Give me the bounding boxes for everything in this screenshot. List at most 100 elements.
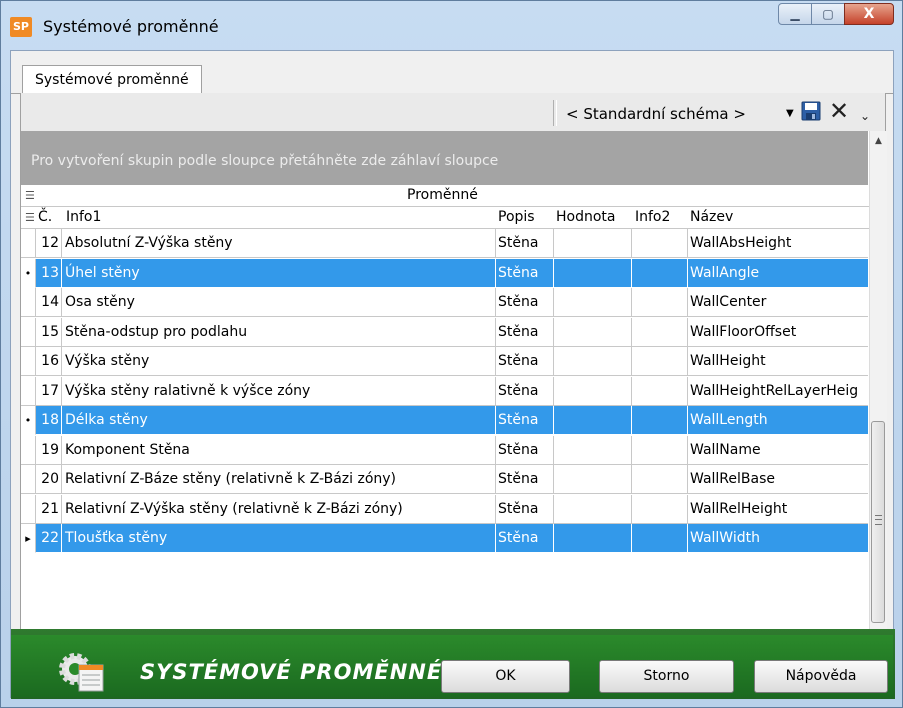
cell-hodnota[interactable]: [554, 376, 632, 406]
column-header-info1[interactable]: Info1: [66, 209, 101, 225]
cell-info1[interactable]: Absolutní Z-Výška stěny: [62, 229, 496, 258]
cell-nazev[interactable]: WallFloorOffset: [688, 318, 868, 347]
cell-info1[interactable]: Osa stěny: [62, 288, 496, 317]
cell-info2[interactable]: [632, 288, 688, 317]
cell-num[interactable]: 16: [36, 347, 62, 376]
cell-info1[interactable]: Tloušťka stěny: [62, 524, 496, 553]
cell-hodnota[interactable]: [554, 435, 632, 465]
table-row[interactable]: • 18 Délka stěny Stěna WallLength: [21, 406, 868, 435]
tab-system-variables[interactable]: Systémové proměnné: [22, 65, 202, 93]
table-row[interactable]: 21 Relativní Z-Výška stěny (relativně k Z…: [21, 494, 868, 524]
cell-hodnota[interactable]: [554, 288, 632, 317]
cell-popis[interactable]: Stěna: [496, 465, 554, 494]
scheme-select[interactable]: < Standardní schéma >: [566, 103, 776, 125]
row-indicator[interactable]: •: [21, 406, 36, 435]
cell-num[interactable]: 19: [36, 435, 62, 465]
cell-nazev[interactable]: WallAbsHeight: [688, 229, 868, 258]
cell-nazev[interactable]: WallLength: [688, 406, 868, 435]
close-window-button[interactable]: X: [844, 3, 894, 25]
cell-num[interactable]: 15: [36, 317, 62, 347]
cell-popis[interactable]: Stěna: [496, 406, 554, 435]
cell-popis[interactable]: Stěna: [496, 376, 554, 406]
cell-info1[interactable]: Relativní Z-Báze stěny (relativně k Z-Bá…: [62, 465, 496, 494]
cell-hodnota[interactable]: [554, 258, 632, 288]
table-row[interactable]: 14 Osa stěny Stěna WallCenter: [21, 288, 868, 317]
cell-hodnota[interactable]: [554, 524, 632, 553]
cell-info2[interactable]: [632, 347, 688, 376]
scroll-up-icon[interactable]: ▲: [870, 133, 887, 149]
more-options-icon[interactable]: ⌄: [860, 105, 870, 127]
chevron-down-icon[interactable]: ▼: [786, 103, 794, 125]
cell-info1[interactable]: Komponent Stěna: [62, 435, 496, 465]
cell-hodnota[interactable]: [554, 465, 632, 494]
cell-info1[interactable]: Výška stěny ralativně k výšce zóny: [62, 376, 496, 406]
cell-num[interactable]: 12: [36, 229, 62, 258]
table-row[interactable]: 20 Relativní Z-Báze stěny (relativně k Z-…: [21, 465, 868, 494]
row-indicator[interactable]: [21, 465, 36, 494]
cell-info1[interactable]: Stěna-odstup pro podlahu: [62, 317, 496, 347]
cell-nazev[interactable]: WallHeight: [688, 347, 868, 376]
cell-info2[interactable]: [632, 376, 688, 406]
vertical-scrollbar[interactable]: ▲ ▼: [869, 131, 887, 667]
cell-info2[interactable]: [632, 435, 688, 465]
cell-info2[interactable]: [632, 229, 688, 258]
cell-info2[interactable]: [632, 524, 688, 553]
ok-button[interactable]: OK: [441, 660, 570, 693]
cell-popis[interactable]: Stěna: [496, 524, 554, 553]
cell-info1[interactable]: Úhel stěny: [62, 258, 496, 288]
table-row[interactable]: ▸ 22 Tloušťka stěny Stěna WallWidth: [21, 524, 868, 553]
cell-hodnota[interactable]: [554, 317, 632, 347]
cell-nazev[interactable]: WallName: [688, 436, 868, 465]
cell-popis[interactable]: Stěna: [496, 229, 554, 258]
cell-nazev[interactable]: WallRelBase: [688, 465, 868, 494]
cell-info1[interactable]: Výška stěny: [62, 347, 496, 376]
cell-popis[interactable]: Stěna: [496, 258, 554, 288]
help-button[interactable]: Nápověda: [754, 660, 888, 693]
cell-num[interactable]: 13: [36, 258, 62, 288]
cell-popis[interactable]: Stěna: [496, 435, 554, 465]
cell-num[interactable]: 21: [36, 494, 62, 524]
table-row[interactable]: 12 Absolutní Z-Výška stěny Stěna WallAbsHei…: [21, 229, 868, 258]
cell-nazev[interactable]: WallRelHeight: [688, 495, 868, 524]
cell-num[interactable]: 18: [36, 406, 62, 435]
table-row[interactable]: 16 Výška stěny Stěna WallHeight: [21, 347, 868, 376]
cell-num[interactable]: 17: [36, 376, 62, 406]
cell-num[interactable]: 22: [36, 524, 62, 553]
column-header-popis[interactable]: Popis: [498, 209, 535, 225]
cell-nazev[interactable]: WallHeightRelLayerHeig: [688, 377, 868, 406]
cell-nazev[interactable]: WallWidth: [688, 524, 868, 553]
cell-hodnota[interactable]: [554, 406, 632, 435]
cell-info1[interactable]: Relativní Z-Výška stěny (relativně k Z-B…: [62, 494, 496, 524]
cell-popis[interactable]: Stěna: [496, 494, 554, 524]
cell-nazev[interactable]: WallCenter: [688, 288, 868, 317]
row-indicator[interactable]: [21, 288, 36, 317]
cell-info2[interactable]: [632, 406, 688, 435]
cell-hodnota[interactable]: [554, 494, 632, 524]
cell-hodnota[interactable]: [554, 229, 632, 258]
column-header-hodnota[interactable]: Hodnota: [556, 209, 616, 225]
column-header-num[interactable]: Č.: [38, 209, 52, 225]
cell-info1[interactable]: Délka stěny: [62, 406, 496, 435]
band-menu-icon[interactable]: ☰: [25, 189, 35, 202]
maximize-button[interactable]: ▢: [811, 3, 845, 25]
row-indicator[interactable]: [21, 229, 36, 258]
scroll-thumb[interactable]: [871, 421, 885, 623]
close-icon[interactable]: ✕: [829, 98, 849, 124]
column-header-nazev[interactable]: Název: [690, 209, 733, 225]
minimize-button[interactable]: ▁: [778, 3, 812, 25]
column-chooser-icon[interactable]: ☰: [25, 211, 35, 224]
column-header-info2[interactable]: Info2: [635, 209, 670, 225]
cell-popis[interactable]: Stěna: [496, 288, 554, 317]
cell-nazev[interactable]: WallAngle: [688, 259, 868, 288]
cell-info2[interactable]: [632, 494, 688, 524]
cell-info2[interactable]: [632, 317, 688, 347]
title-bar[interactable]: SP Systémové proměnné ▁ ▢ X: [1, 1, 902, 41]
row-indicator[interactable]: [21, 317, 36, 347]
row-indicator[interactable]: [21, 376, 36, 406]
save-icon[interactable]: [801, 101, 821, 121]
group-by-area[interactable]: Pro vytvoření skupin podle sloupce přetá…: [21, 131, 868, 185]
row-indicator[interactable]: [21, 494, 36, 524]
row-indicator[interactable]: ▸: [21, 524, 36, 553]
table-row[interactable]: • 13 Úhel stěny Stěna WallAngle: [21, 258, 868, 288]
cell-popis[interactable]: Stěna: [496, 347, 554, 376]
